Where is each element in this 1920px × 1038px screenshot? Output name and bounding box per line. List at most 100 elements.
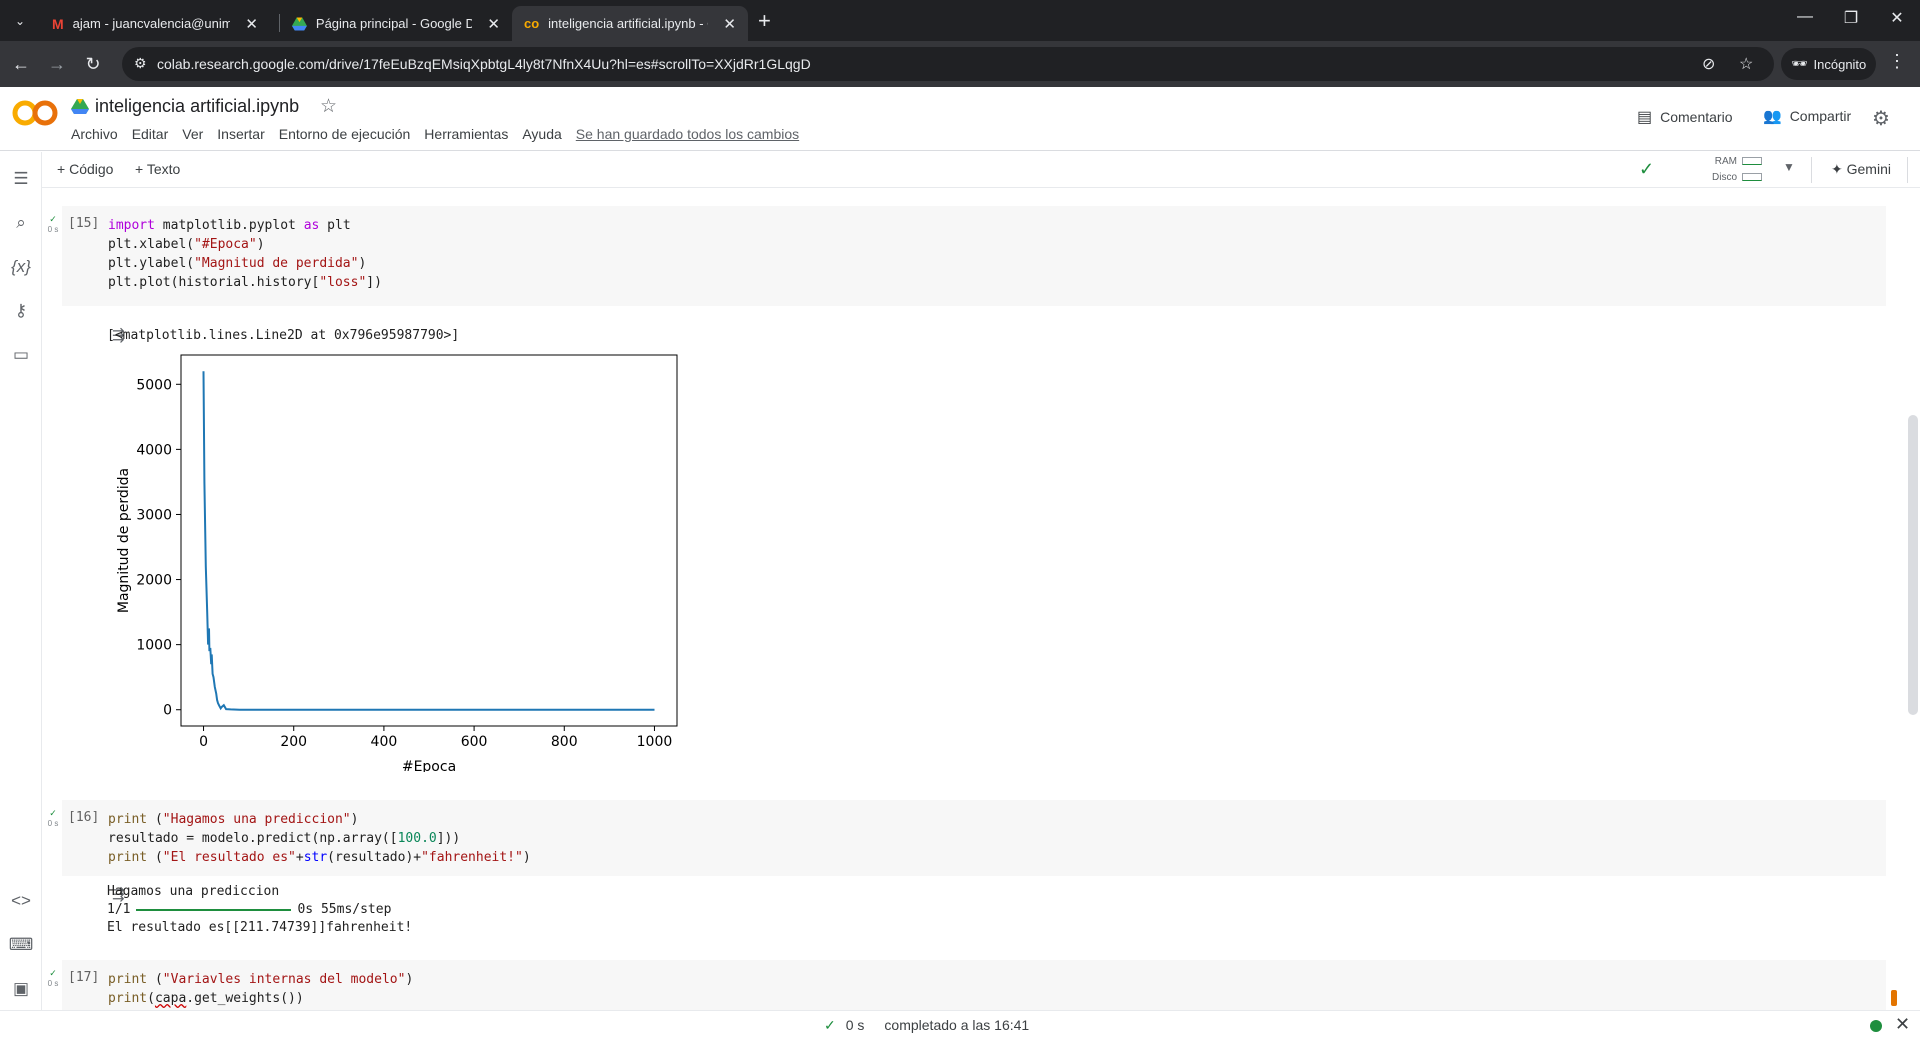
progress-count: 1/1: [107, 902, 131, 917]
connected-check-icon: ✓: [1639, 159, 1655, 179]
gmail-icon: M: [52, 15, 64, 32]
add-text-label: Texto: [146, 161, 181, 177]
y-axis-label: Magnitud de perdida: [116, 468, 132, 613]
notebook-toolbar: + Código + Texto ✓ RAM Disco ▼ ✦ Gemini …: [42, 152, 1920, 188]
menu-ver[interactable]: Ver: [182, 126, 203, 142]
cell-output-text: [<matplotlib.lines.Line2D at 0x796e95987…: [107, 328, 460, 343]
x-tick-label: 200: [280, 734, 307, 750]
cell-time: 0 s: [47, 225, 59, 234]
browser-tab-gmail[interactable]: M ajam - juancvalencia@unimayor.edu.co ✕: [40, 6, 270, 41]
execution-status[interactable]: ✓ 0 s completado a las 16:41: [824, 1017, 1029, 1034]
notebook-title[interactable]: inteligencia artificial.ipynb: [95, 96, 299, 117]
menu-insertar[interactable]: Insertar: [217, 126, 264, 142]
forward-icon[interactable]: →: [44, 51, 70, 77]
variables-icon[interactable]: {x}: [8, 254, 34, 280]
settings-gear-icon[interactable]: ⚙: [1872, 106, 1890, 131]
incognito-badge[interactable]: 🕶 Incógnito: [1781, 48, 1877, 80]
minimize-icon[interactable]: —: [1790, 8, 1820, 26]
code-snippets-icon[interactable]: <>: [8, 888, 34, 914]
close-status-icon[interactable]: ✕: [1895, 1014, 1910, 1035]
y-tick-label: 5000: [136, 377, 172, 393]
site-info-icon[interactable]: ⚙: [134, 55, 147, 72]
colab-logo[interactable]: [12, 99, 58, 127]
cell-run-status[interactable]: ✓ 0 s: [46, 214, 60, 235]
x-tick-label: 600: [461, 734, 488, 750]
cell-code[interactable]: import matplotlib.pyplot as plt plt.xlab…: [108, 216, 382, 292]
gemini-button[interactable]: ✦ Gemini: [1831, 161, 1891, 178]
add-text-button[interactable]: + Texto: [135, 161, 180, 177]
cell-time: 0 s: [47, 979, 59, 988]
close-tab-icon[interactable]: ✕: [487, 15, 500, 33]
x-tick-label: 800: [551, 734, 578, 750]
browser-menu-icon[interactable]: ⋮: [1888, 51, 1906, 72]
browser-tab-drive[interactable]: Página principal - Google Drive ✕: [280, 6, 512, 41]
tab-search-icon[interactable]: ⌄: [8, 9, 32, 33]
notebook-scrollbar[interactable]: [1908, 415, 1918, 715]
incognito-label: Incógnito: [1813, 56, 1867, 72]
drive-icon: [292, 16, 307, 31]
plot-frame: [180, 354, 678, 727]
cell-execution-count: [16]: [68, 810, 100, 825]
menu-entorno[interactable]: Entorno de ejecución: [279, 126, 411, 142]
status-check-icon: ✓: [824, 1017, 836, 1033]
back-icon[interactable]: ←: [8, 51, 34, 77]
comment-button[interactable]: ▤ Comentario: [1637, 107, 1733, 127]
y-tick-label: 3000: [136, 507, 172, 523]
address-bar[interactable]: ⚙ colab.research.google.com/drive/17feEu…: [122, 47, 1774, 81]
y-tick-label: 0: [163, 703, 172, 719]
y-tick-label: 4000: [136, 442, 172, 458]
add-code-button[interactable]: + Código: [57, 161, 113, 177]
eye-off-icon[interactable]: ⊘: [1702, 54, 1715, 74]
cell-output: Hagamos una prediccion 1/1 0s 55ms/step E…: [107, 883, 412, 937]
x-tick-label: 1000: [637, 734, 673, 750]
close-tab-icon[interactable]: ✕: [723, 15, 736, 33]
menu-editar[interactable]: Editar: [132, 126, 169, 142]
resource-monitor[interactable]: RAM Disco: [1712, 154, 1763, 186]
connection-status-dot[interactable]: [1870, 1020, 1882, 1032]
terminal-icon[interactable]: ▣: [8, 976, 34, 1002]
command-palette-icon[interactable]: ⌨: [8, 932, 34, 958]
star-icon[interactable]: ☆: [320, 95, 337, 118]
browser-toolbar: ← → ↻ ⚙ colab.research.google.com/drive/…: [0, 41, 1920, 87]
menu-herramientas[interactable]: Herramientas: [424, 126, 508, 142]
menubar: Archivo Editar Ver Insertar Entorno de e…: [71, 126, 813, 142]
ram-label: RAM: [1714, 156, 1738, 167]
cell-execution-count: [17]: [68, 970, 100, 985]
close-window-icon[interactable]: ✕: [1882, 8, 1912, 28]
restore-icon[interactable]: ❐: [1836, 8, 1866, 28]
reload-icon[interactable]: ↻: [80, 51, 106, 77]
disk-bar: [1742, 173, 1763, 182]
status-message: completado a las 16:41: [884, 1017, 1030, 1033]
code-cell-16[interactable]: ✓ 0 s [16] print ("Hagamos una prediccion…: [48, 800, 1886, 876]
menu-ayuda[interactable]: Ayuda: [522, 126, 561, 142]
output-line: Hagamos una prediccion: [107, 884, 280, 899]
runtime-dropdown-icon[interactable]: ▼: [1783, 160, 1795, 174]
cell-run-status[interactable]: ✓ 0 s: [46, 968, 60, 989]
cell-code[interactable]: print ("Variavles internas del modelo") …: [108, 970, 413, 1008]
table-of-contents-icon[interactable]: ☰: [8, 166, 34, 192]
cell-code[interactable]: print ("Hagamos una prediccion") resulta…: [108, 810, 531, 867]
share-button[interactable]: 👥 Compartir: [1763, 107, 1851, 125]
cell-time: 0 s: [47, 819, 59, 828]
divider: [1811, 157, 1812, 183]
saved-status-link[interactable]: Se han guardado todos los cambios: [576, 126, 799, 142]
files-folder-icon[interactable]: ▭: [8, 342, 34, 368]
comment-icon: ▤: [1637, 109, 1653, 126]
cell-run-status[interactable]: ✓ 0 s: [46, 808, 60, 829]
search-icon[interactable]: ⌕: [8, 210, 34, 236]
url-text: colab.research.google.com/drive/17feEuBz…: [157, 56, 811, 72]
browser-tab-colab[interactable]: co inteligencia artificial.ipynb - Colab…: [512, 6, 748, 41]
loss-line-chart: 0 200 400 600 800 1000 0 1000 2000 3000 4000 5000 #E…: [116, 354, 678, 772]
secrets-key-icon[interactable]: ⚷: [8, 298, 34, 324]
x-axis-label: #Epoca: [402, 759, 456, 772]
bookmark-star-icon[interactable]: ☆: [1739, 54, 1753, 74]
close-tab-icon[interactable]: ✕: [245, 15, 258, 33]
drive-icon[interactable]: [71, 99, 89, 114]
add-code-label: Código: [69, 161, 114, 177]
code-cell-15[interactable]: ✓ 0 s [15] import matplotlib.pyplot as pl…: [48, 206, 1886, 306]
colab-header: inteligencia artificial.ipynb ☆ Archivo …: [0, 87, 1920, 151]
people-icon: 👥: [1763, 108, 1782, 125]
code-cell-17[interactable]: ✓ 0 s [17] print ("Variavles internas del…: [48, 960, 1886, 1010]
menu-archivo[interactable]: Archivo: [71, 126, 118, 142]
new-tab-icon[interactable]: +: [758, 8, 771, 34]
